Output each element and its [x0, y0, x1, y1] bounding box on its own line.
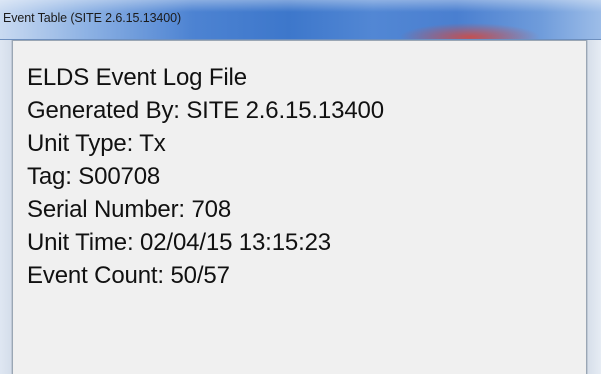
- window-frame-left: [0, 40, 12, 374]
- tag-line: Tag: S00708: [27, 163, 161, 190]
- generated-by-line: Generated By: SITE 2.6.15.13400: [27, 97, 384, 124]
- window-titlebar[interactable]: Event Table (SITE 2.6.15.13400): [0, 0, 601, 40]
- event-table-window: Event Table (SITE 2.6.15.13400) ELDS Eve…: [0, 0, 601, 374]
- event-count-line: Event Count: 50/57: [27, 262, 230, 289]
- unit-time-line: Unit Time: 02/04/15 13:15:23: [27, 229, 332, 256]
- event-log-header: ELDS Event Log File Generated By: SITE 2…: [27, 61, 384, 292]
- window-title: Event Table (SITE 2.6.15.13400): [3, 11, 182, 25]
- serial-number-line: Serial Number: 708: [27, 196, 232, 223]
- window-frame-right: [587, 40, 601, 374]
- log-file-title: ELDS Event Log File: [27, 64, 247, 91]
- unit-type-line: Unit Type: Tx: [27, 130, 166, 157]
- event-log-panel: ELDS Event Log File Generated By: SITE 2…: [12, 40, 587, 374]
